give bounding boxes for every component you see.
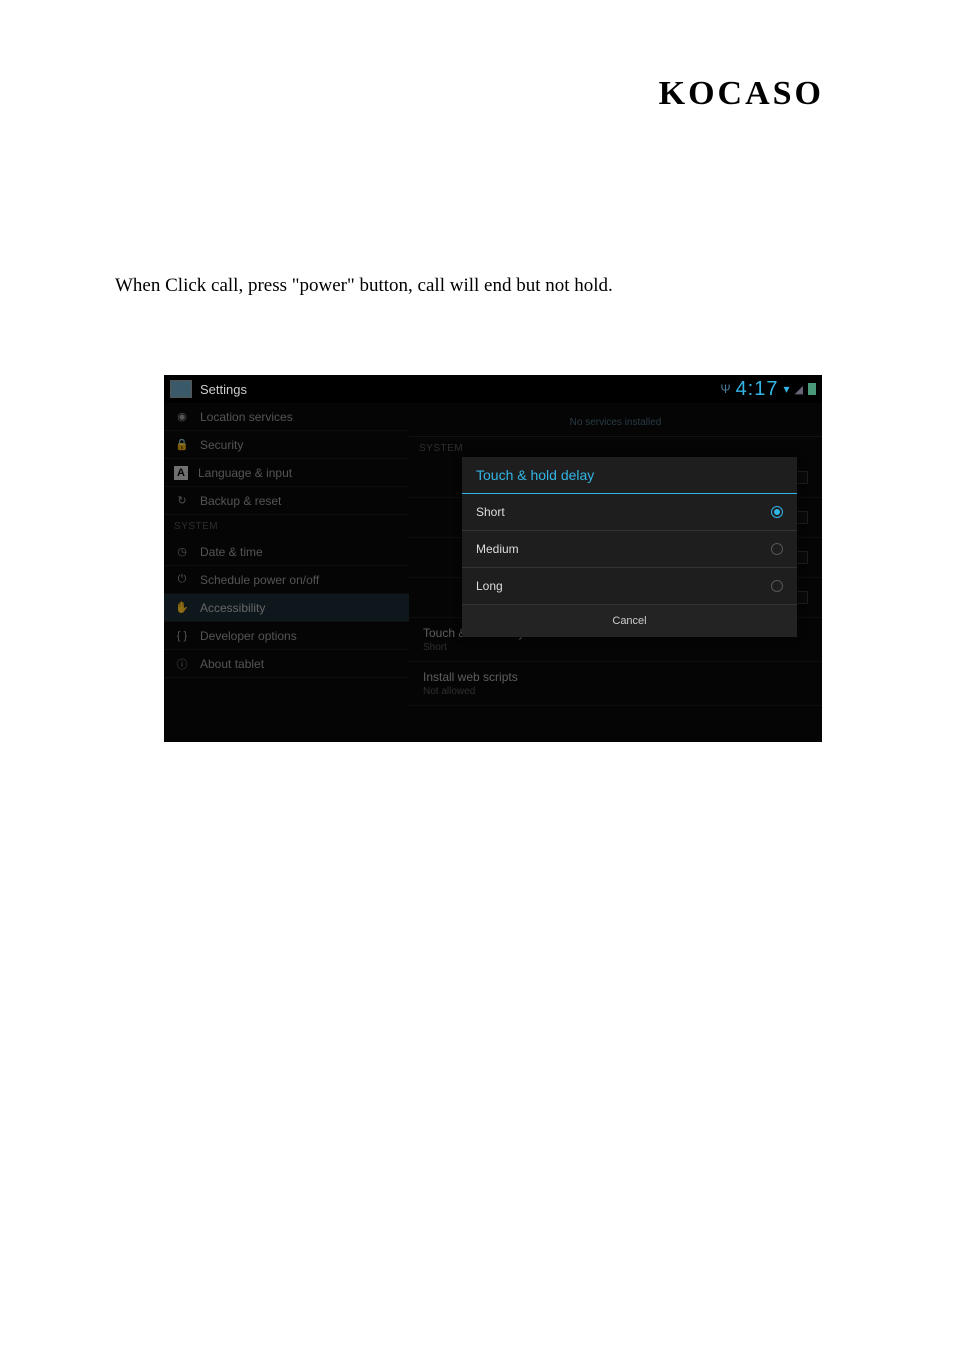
touch-hold-dialog: Touch & hold delay Short Medium Long Can… [462,457,797,637]
status-bar: Settings Ψ 4:17 ▾ ◢ [164,375,822,403]
clock: 4:17 [736,378,779,401]
dialog-title: Touch & hold delay [462,457,797,494]
location-icon: ◉ [174,410,190,423]
language-icon: A [174,466,188,480]
cancel-button[interactable]: Cancel [462,605,797,637]
wifi-icon: ▾ [784,382,790,396]
body-paragraph: When Click call, press "power" button, c… [115,275,613,297]
sidebar-item-backup[interactable]: ↻ Backup & reset [164,487,409,515]
brand-logo: KOCASO [659,75,824,113]
sidebar-item-accessibility[interactable]: ✋ Accessibility [164,594,409,622]
option-label: Short [476,505,505,519]
main-section-system: SYSTEM [409,436,822,458]
info-icon: ⓘ [174,656,190,672]
signal-icon: ◢ [795,383,803,396]
sidebar-item-schedule[interactable]: ⏻ Schedule power on/off [164,566,409,594]
sidebar-item-label: Location services [200,410,293,424]
radio-icon [771,543,783,555]
usb-icon: Ψ [721,382,731,396]
hand-icon: ✋ [174,601,190,614]
settings-app-icon [170,380,192,398]
option-label: Long [476,579,503,593]
no-services-text: No services installed [409,403,822,436]
sidebar-item-label: Developer options [200,629,297,643]
sidebar-item-label: About tablet [200,657,264,671]
sidebar-item-language[interactable]: A Language & input [164,459,409,487]
status-right: Ψ 4:17 ▾ ◢ [721,378,816,401]
braces-icon: { } [174,630,190,642]
lock-icon: 🔒 [174,438,190,451]
sidebar-item-label: Language & input [198,466,292,480]
item-sub: Not allowed [423,686,518,697]
power-icon: ⏻ [174,573,190,586]
sidebar-item-datetime[interactable]: ◷ Date & time [164,538,409,566]
sidebar-item-about[interactable]: ⓘ About tablet [164,650,409,678]
sidebar-item-label: Security [200,438,243,452]
sidebar-item-label: Accessibility [200,601,265,615]
sidebar: ◉ Location services 🔒 Security A Languag… [164,403,409,742]
main-item-install-scripts[interactable]: Install web scripts Not allowed [409,662,822,706]
radio-icon [771,506,783,518]
sidebar-item-security[interactable]: 🔒 Security [164,431,409,459]
option-label: Medium [476,542,519,556]
app-title: Settings [200,382,247,397]
backup-icon: ↻ [174,494,190,507]
sidebar-section-system: SYSTEM [164,515,409,538]
dialog-option-medium[interactable]: Medium [462,531,797,568]
android-screenshot: Settings Ψ 4:17 ▾ ◢ ◉ Location services … [164,375,822,742]
item-label: Install web scripts [423,670,518,684]
radio-icon [771,580,783,592]
clock-icon: ◷ [174,545,190,558]
sidebar-item-label: Backup & reset [200,494,281,508]
item-sub: Short [423,642,524,653]
battery-icon [808,383,816,395]
sidebar-item-developer[interactable]: { } Developer options [164,622,409,650]
sidebar-item-label: Date & time [200,545,263,559]
sidebar-item-location[interactable]: ◉ Location services [164,403,409,431]
dialog-option-long[interactable]: Long [462,568,797,605]
sidebar-item-label: Schedule power on/off [200,573,319,587]
dialog-option-short[interactable]: Short [462,494,797,531]
